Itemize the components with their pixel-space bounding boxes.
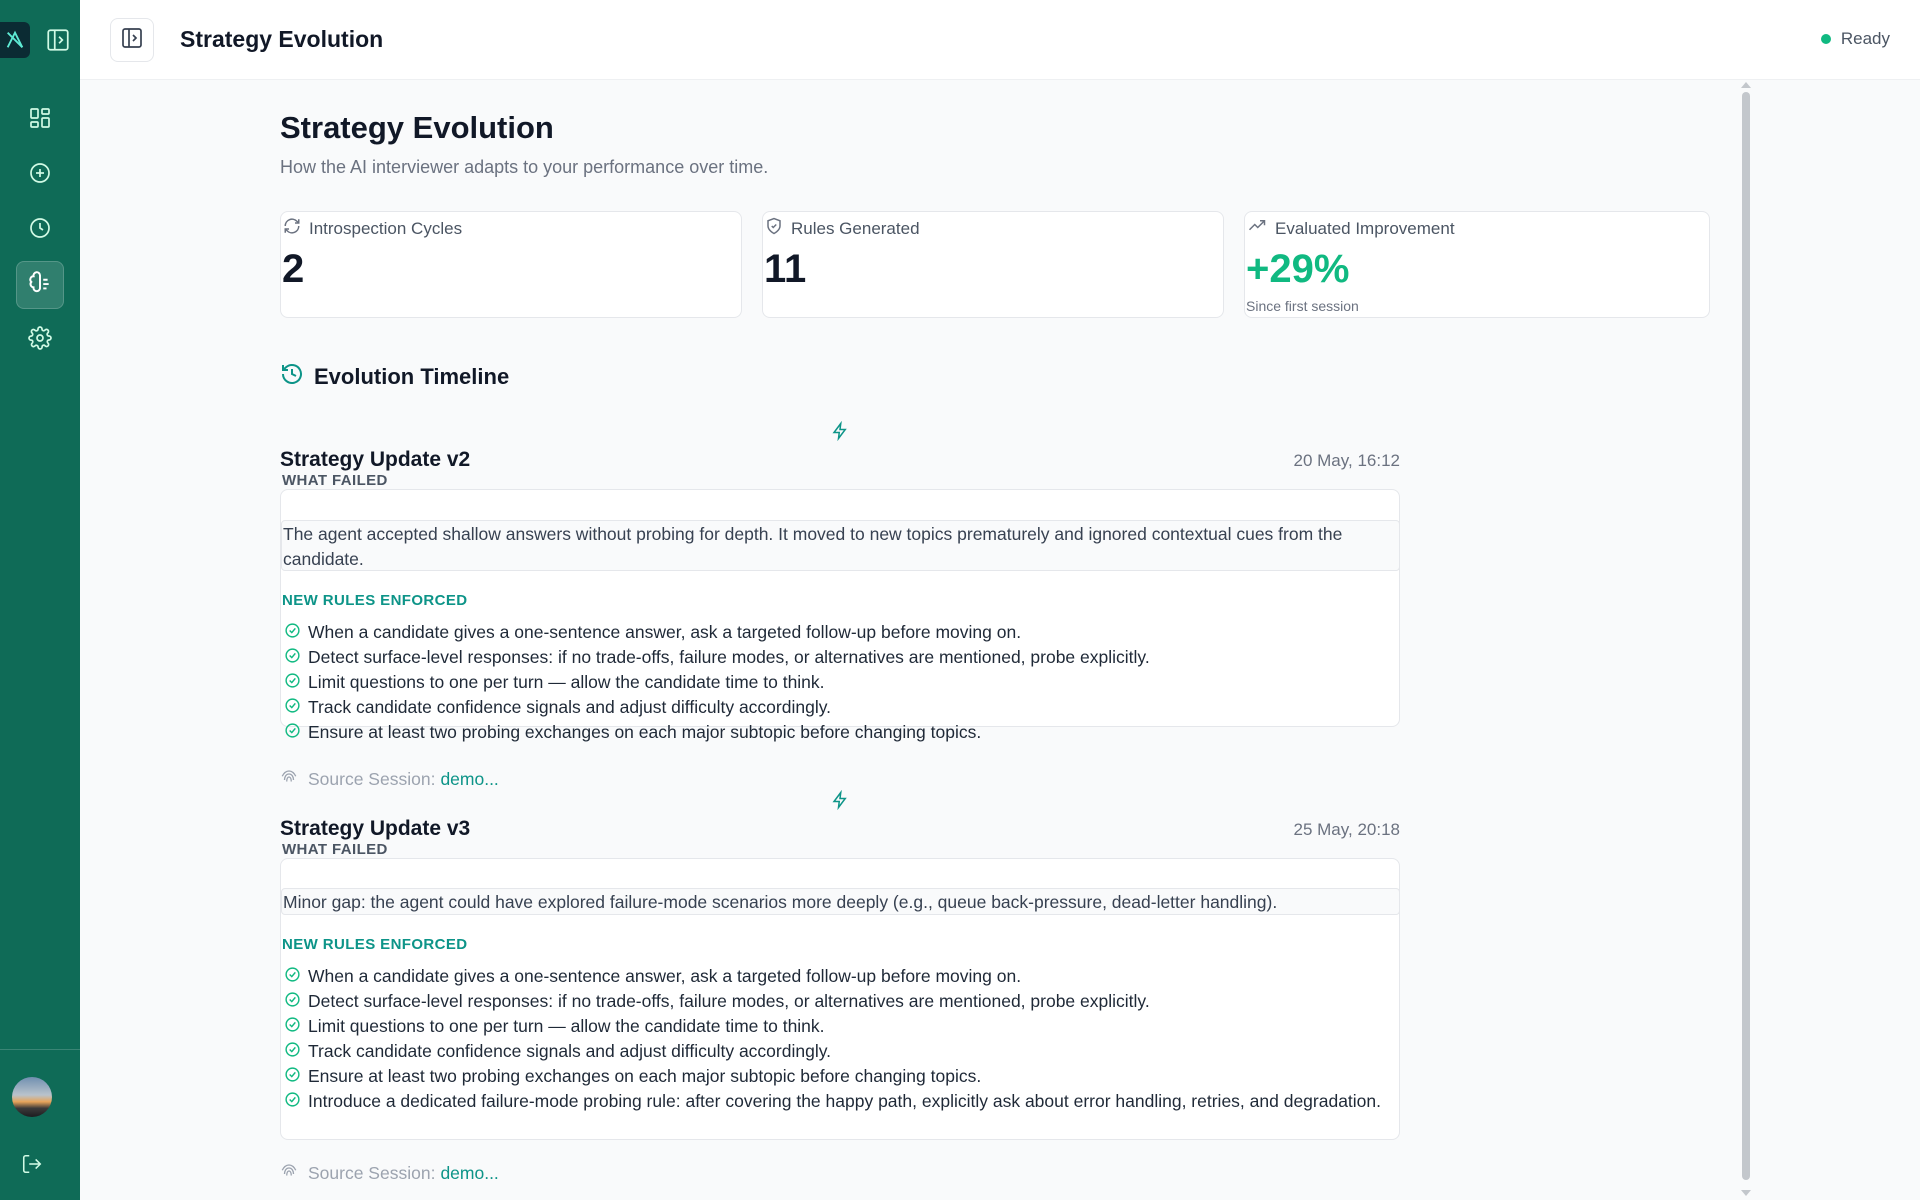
sidebar-item-settings[interactable] xyxy=(16,316,64,364)
bolt-icon xyxy=(830,789,850,811)
update-date: 25 May, 20:18 xyxy=(1293,820,1400,839)
scroll-up-arrow[interactable] xyxy=(1741,82,1751,88)
update-title: Strategy Update v3 xyxy=(280,817,471,840)
rule-item: Limit questions to one per turn — allow … xyxy=(281,670,1391,695)
source-session: Source Session: demo... xyxy=(280,768,499,791)
scrollbar[interactable] xyxy=(1740,80,1754,1200)
page-title: Strategy Evolution xyxy=(280,110,554,145)
update-card: WHAT FAILED Minor gap: the agent could h… xyxy=(280,841,1400,1140)
history-icon xyxy=(280,362,304,391)
sidebar-item-dashboard[interactable] xyxy=(16,96,64,144)
stat-card-evaluated-improvement: Evaluated Improvement +29% Since first s… xyxy=(1244,211,1710,318)
update-title: Strategy Update v2 xyxy=(280,448,471,471)
rule-item: Limit questions to one per turn — allow … xyxy=(281,1014,1391,1039)
check-circle-icon xyxy=(282,720,302,740)
check-circle-icon xyxy=(282,989,302,1009)
check-circle-icon xyxy=(282,1089,302,1109)
brain-icon xyxy=(27,270,53,301)
status-text: Ready xyxy=(1840,29,1890,48)
panel-toggle-button[interactable] xyxy=(110,18,154,62)
logout-icon xyxy=(21,1153,43,1180)
stat-label: Introspection Cycles xyxy=(309,218,463,238)
new-rules-label: NEW RULES ENFORCED xyxy=(282,936,468,953)
sidebar-item-strategy-evolution[interactable] xyxy=(16,261,64,309)
source-session-link[interactable]: demo... xyxy=(440,1163,498,1184)
plus-circle-icon xyxy=(28,161,52,190)
stat-card-rules-generated: Rules Generated 11 xyxy=(762,211,1224,318)
status-dot xyxy=(1820,34,1831,44)
stat-label: Evaluated Improvement xyxy=(1275,218,1455,238)
check-circle-icon xyxy=(282,1014,302,1034)
refresh-icon xyxy=(283,217,301,240)
update-date: 20 May, 16:12 xyxy=(1293,451,1400,470)
app-logo[interactable] xyxy=(0,22,30,58)
avatar[interactable] xyxy=(12,1077,52,1117)
update-card: WHAT FAILED The agent accepted shallow a… xyxy=(280,472,1400,742)
rule-item: Detect surface-level responses: if no tr… xyxy=(281,645,1391,670)
check-circle-icon xyxy=(282,670,302,690)
check-circle-icon xyxy=(282,645,302,665)
clock-icon xyxy=(28,216,52,245)
stat-value: 11 xyxy=(764,247,807,291)
stat-value: 2 xyxy=(282,247,305,291)
check-circle-icon xyxy=(282,695,302,715)
rule-item: Track candidate confidence signals and a… xyxy=(281,1039,1391,1064)
source-label: Source Session: xyxy=(308,769,436,789)
source-label: Source Session: xyxy=(308,1163,436,1183)
what-failed-text: The agent accepted shallow answers witho… xyxy=(281,520,1400,571)
what-failed-label: WHAT FAILED xyxy=(282,472,388,489)
what-failed-text: Minor gap: the agent could have explored… xyxy=(281,888,1400,915)
logout-button[interactable] xyxy=(18,1152,46,1180)
sidebar-collapse-button[interactable] xyxy=(44,26,72,54)
rule-item: Track candidate confidence signals and a… xyxy=(281,695,1391,720)
gear-icon xyxy=(28,325,52,355)
sidebar-item-new-interview[interactable] xyxy=(16,151,64,199)
fingerprint-icon xyxy=(280,768,298,791)
rule-item: Ensure at least two probing exchanges on… xyxy=(281,1064,1391,1089)
sidebar-toggle-icon xyxy=(120,26,144,55)
page-subtitle: How the AI interviewer adapts to your pe… xyxy=(280,157,769,177)
check-circle-icon xyxy=(282,1039,302,1059)
check-circle-icon xyxy=(282,620,302,640)
main-content: Strategy Evolution How the AI interviewe… xyxy=(80,80,1920,1200)
stat-card-introspection-cycles: Introspection Cycles 2 xyxy=(280,211,742,318)
dashboard-icon xyxy=(28,106,52,135)
source-session-link[interactable]: demo... xyxy=(440,769,498,790)
check-circle-icon xyxy=(282,964,302,984)
fingerprint-icon xyxy=(280,1162,298,1185)
top-header: Strategy Evolution Ready xyxy=(80,0,1920,80)
rule-item: When a candidate gives a one-sentence an… xyxy=(281,620,1391,645)
shield-check-icon xyxy=(765,217,783,240)
timeline-heading: Evolution Timeline xyxy=(280,362,509,391)
rule-item: Ensure at least two probing exchanges on… xyxy=(281,720,1391,745)
rules-list: When a candidate gives a one-sentence an… xyxy=(281,620,1391,745)
bolt-icon xyxy=(830,420,850,442)
stat-label: Rules Generated xyxy=(791,218,920,238)
what-failed-label: WHAT FAILED xyxy=(282,841,388,858)
rules-list: When a candidate gives a one-sentence an… xyxy=(281,964,1391,1114)
status-indicator: Ready xyxy=(1820,29,1890,49)
sidebar xyxy=(0,0,80,1200)
sidebar-item-history[interactable] xyxy=(16,206,64,254)
rule-item: When a candidate gives a one-sentence an… xyxy=(281,964,1391,989)
check-circle-icon xyxy=(282,1064,302,1084)
sidebar-divider xyxy=(0,1049,80,1050)
header-title: Strategy Evolution xyxy=(180,26,384,52)
rule-item: Detect surface-level responses: if no tr… xyxy=(281,989,1391,1014)
stat-note: Since first session xyxy=(1246,298,1359,314)
source-session: Source Session: demo... xyxy=(280,1162,499,1185)
scroll-thumb[interactable] xyxy=(1742,92,1750,1180)
scroll-down-arrow[interactable] xyxy=(1741,1190,1751,1196)
rule-item: Introduce a dedicated failure-mode probi… xyxy=(281,1089,1391,1114)
new-rules-label: NEW RULES ENFORCED xyxy=(282,592,468,609)
trending-up-icon xyxy=(1247,217,1267,240)
stat-value: +29% xyxy=(1246,247,1350,291)
